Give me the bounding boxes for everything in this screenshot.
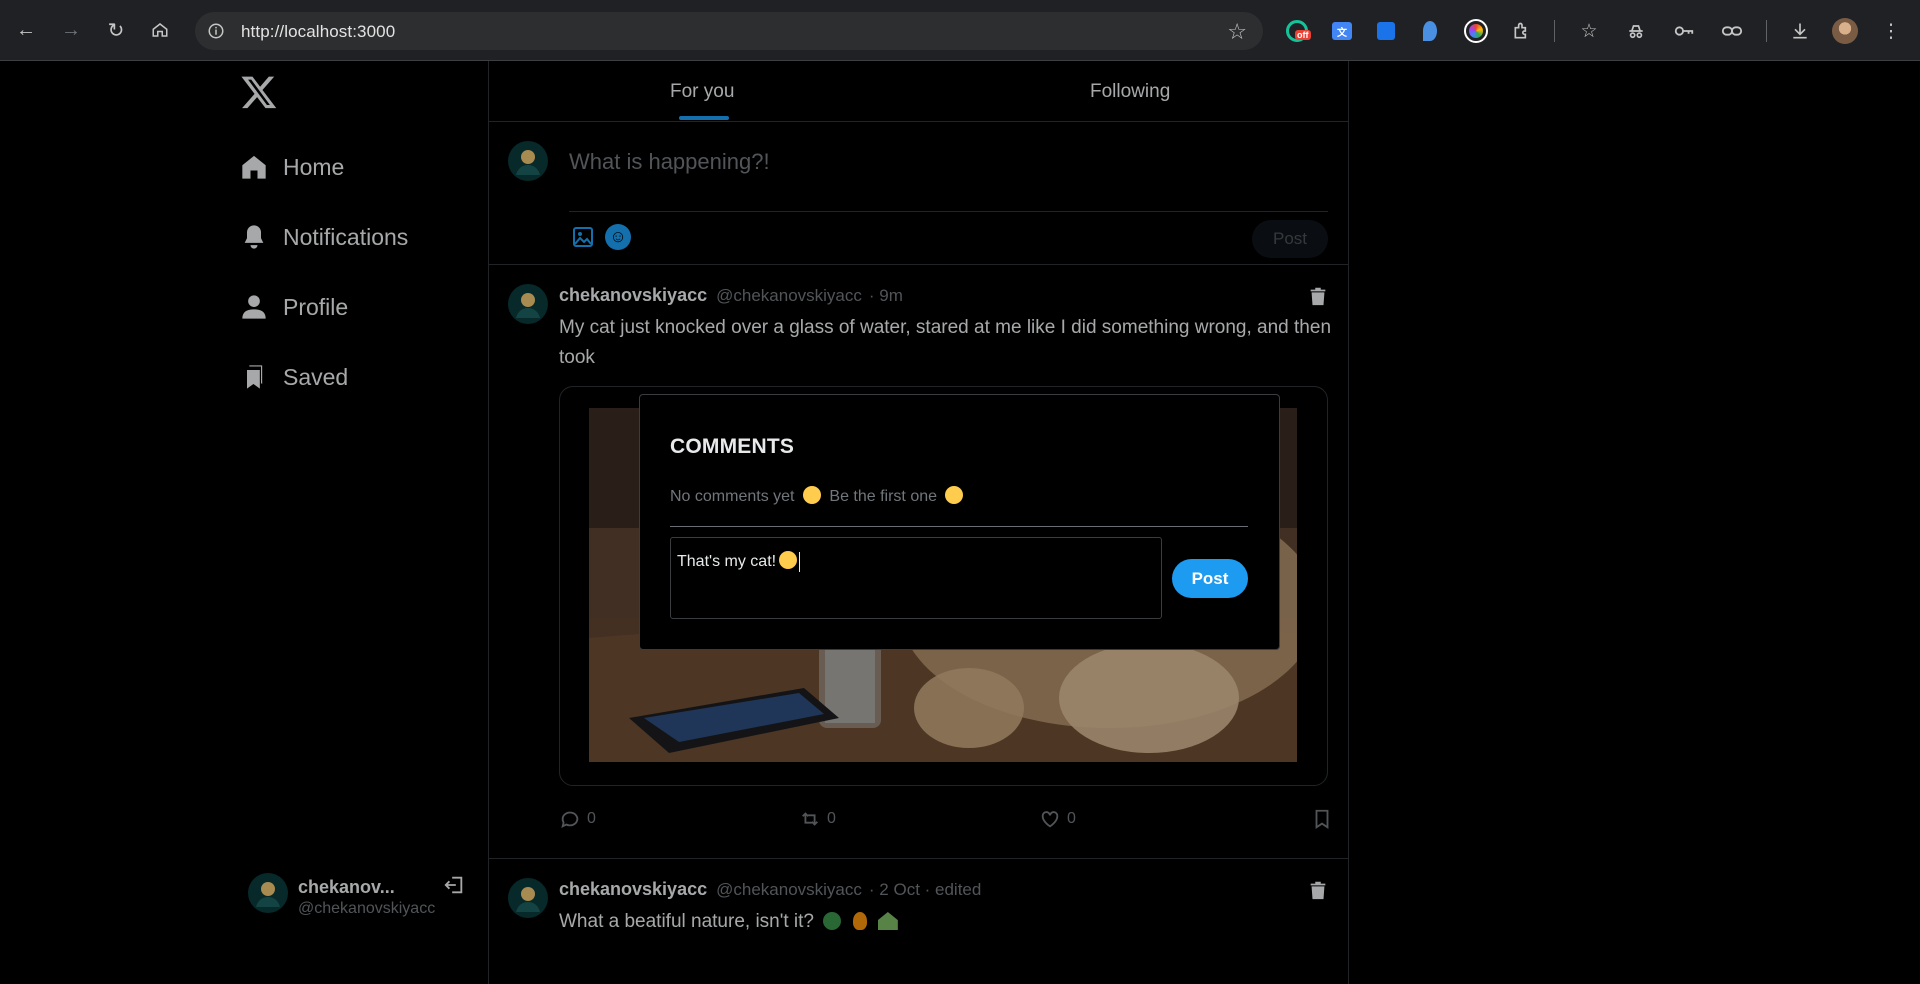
thinking-emoji-icon	[802, 486, 821, 504]
extensions-puzzle-icon[interactable]	[1508, 17, 1536, 45]
back-button[interactable]: ←	[10, 14, 42, 46]
text-caret	[799, 551, 801, 572]
forward-button[interactable]: →	[55, 14, 87, 46]
no-comments-text: No comments yet	[670, 488, 795, 505]
menu-kebab-icon[interactable]: ⋮	[1877, 17, 1905, 45]
wink-emoji-icon	[779, 551, 798, 569]
extension-grammar-icon[interactable]: off	[1283, 17, 1311, 45]
modal-divider	[670, 526, 1248, 527]
url-text: http://localhost:3000	[241, 22, 396, 41]
comments-modal: COMMENTS No comments yet Be the first on…	[639, 394, 1280, 650]
downloads-icon[interactable]	[1786, 17, 1814, 45]
extension-leaf-icon[interactable]	[1416, 17, 1444, 45]
comment-input[interactable]: That's my cat!	[670, 537, 1162, 619]
be-first-text: Be the first one	[829, 488, 938, 505]
passwords-key-icon[interactable]	[1670, 17, 1698, 45]
profile-avatar[interactable]	[1832, 18, 1858, 44]
reload-button[interactable]: ↻	[100, 14, 132, 46]
extension-colorwheel-icon[interactable]	[1462, 17, 1490, 45]
comment-post-button[interactable]: Post	[1172, 559, 1248, 598]
extension-pen-icon[interactable]	[1372, 17, 1400, 45]
toolbar-separator	[1766, 20, 1767, 42]
home-button[interactable]	[144, 14, 176, 46]
site-info-icon[interactable]	[204, 19, 228, 43]
comment-input-value: That's my cat!	[677, 553, 777, 570]
no-comments-message: No comments yet Be the first one	[670, 486, 964, 506]
extension-badge: off	[1295, 30, 1311, 40]
incognito-icon[interactable]	[1622, 17, 1650, 45]
modal-title: COMMENTS	[670, 435, 795, 458]
bookmark-star-icon[interactable]: ☆	[1227, 19, 1247, 45]
toolbar-separator	[1554, 20, 1555, 42]
wink-emoji-icon	[945, 486, 964, 504]
link-icon[interactable]	[1718, 17, 1746, 45]
extension-translate-icon[interactable]: 文	[1328, 17, 1356, 45]
browser-toolbar: ← → ↻ http://localhost:3000 ☆ off 文 ☆ ⋮	[0, 0, 1920, 61]
address-bar[interactable]: http://localhost:3000 ☆	[195, 12, 1263, 50]
bookmarks-icon[interactable]: ☆	[1575, 17, 1603, 45]
